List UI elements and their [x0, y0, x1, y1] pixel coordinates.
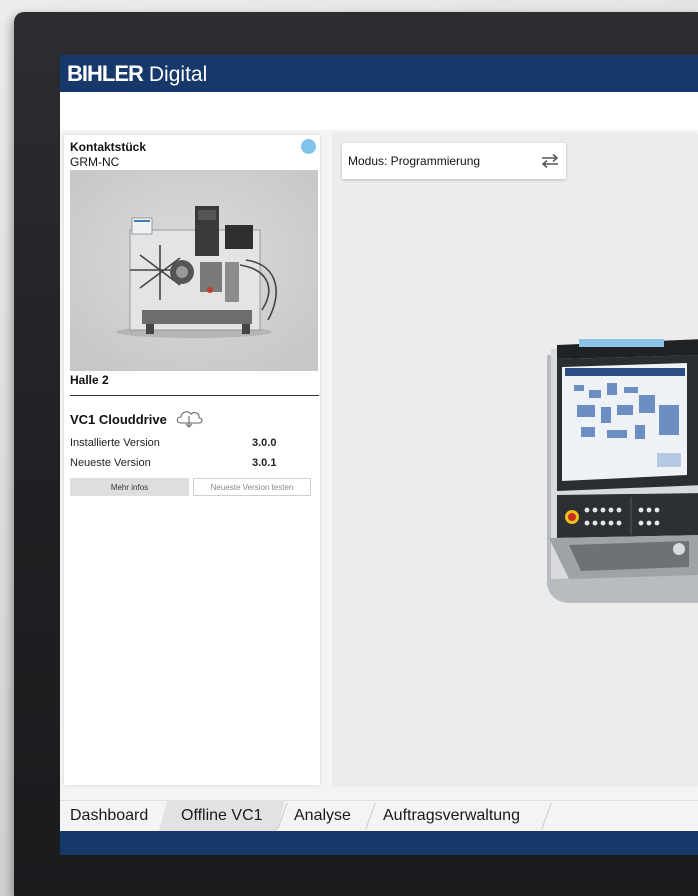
tab-separator: [541, 803, 552, 829]
latest-version-value: 3.0.1: [252, 457, 277, 469]
latest-version-label: Neueste Version: [70, 457, 151, 469]
status-indicator: [301, 139, 316, 154]
test-latest-version-button[interactable]: Neueste Version testen: [193, 478, 311, 496]
tab-separator: [365, 803, 376, 829]
more-info-button[interactable]: Mehr infos: [70, 478, 189, 496]
mode-selector[interactable]: Modus: Programmierung: [342, 143, 566, 179]
machine-image: [70, 170, 318, 371]
brand-logo: BIHLER Digital: [67, 61, 207, 87]
tab-analyse[interactable]: Analyse: [294, 801, 351, 831]
installed-version-label: Installierte Version: [70, 437, 160, 449]
tab-dashboard[interactable]: Dashboard: [70, 801, 148, 831]
installed-version-value: 3.0.0: [252, 437, 277, 449]
machine-model: GRM-NC: [70, 155, 120, 169]
control-panel-illustration: [547, 339, 698, 603]
tab-auftragsverwaltung[interactable]: Auftragsverwaltung: [383, 801, 520, 831]
screen: BIHLER Digital Kontaktstück GRM-NC Halle…: [60, 55, 698, 855]
brand-name: BIHLER: [67, 61, 144, 86]
swap-icon[interactable]: [540, 153, 560, 169]
main-panel: Modus: Programmierung: [334, 135, 698, 785]
tab-offline-vc1[interactable]: Offline VC1: [181, 801, 263, 831]
app-header: BIHLER Digital: [60, 55, 698, 92]
machine-location: Halle 2: [70, 373, 109, 387]
app-footer: [60, 831, 698, 855]
product-name: Digital: [148, 63, 208, 86]
cloud-download-icon[interactable]: [174, 408, 204, 428]
app-name: VC1 Clouddrive: [70, 412, 167, 427]
toolbar-area: [60, 92, 698, 130]
machine-illustration: [70, 170, 318, 371]
card-divider: [70, 395, 319, 396]
machine-title: Kontaktstück: [70, 140, 147, 154]
mode-label: Modus: Programmierung: [348, 154, 481, 168]
machine-card[interactable]: Kontaktstück GRM-NC Halle 2 VC1 Clouddri…: [64, 135, 320, 785]
tab-bar: Dashboard Offline VC1 Analyse Auftragsve…: [60, 800, 698, 831]
